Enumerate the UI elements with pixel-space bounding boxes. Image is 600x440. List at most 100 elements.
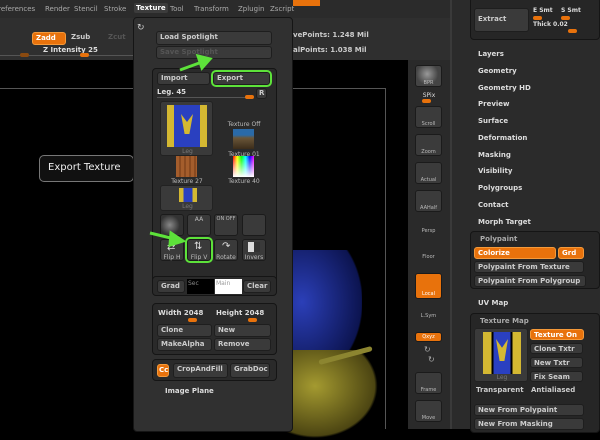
polypaint-panel: Polypaint Colorize Grd Polypaint From Te…	[470, 231, 600, 289]
zadd-button[interactable]: Zadd	[32, 32, 66, 45]
colorize-button[interactable]: Colorize	[474, 247, 556, 259]
menu-preferences[interactable]: Preferences	[0, 5, 35, 13]
size-panel: Width 2048 Height 2048 Clone New MakeAlp…	[152, 303, 277, 355]
color-row: Grad Sec Main Clear	[152, 276, 277, 296]
width-slider[interactable]: Width 2048	[158, 309, 203, 317]
grad-button[interactable]: Grad	[157, 280, 185, 293]
menu-geometry[interactable]: Geometry	[478, 67, 517, 75]
menu-texture[interactable]: Texture	[134, 3, 168, 13]
make-alpha-button[interactable]: MakeAlpha	[157, 338, 212, 351]
clone-txtr-button[interactable]: Clone Txtr	[530, 343, 583, 354]
extract-panel: Extract E Smt S Smt Thick 0.02	[470, 0, 600, 40]
texture-thumb-40[interactable]	[233, 156, 254, 177]
menu-zplugin[interactable]: Zplugin	[238, 5, 264, 13]
polypaint-from-texture-button[interactable]: Polypaint From Texture	[474, 261, 584, 273]
texture-thumb-01[interactable]	[233, 129, 254, 149]
zcut-button[interactable]: Zcut	[105, 32, 129, 43]
extract-button[interactable]: Extract	[474, 8, 529, 32]
menu-surface[interactable]: Surface	[478, 117, 508, 125]
zoom-button[interactable]: Zoom	[415, 134, 442, 156]
r-button[interactable]: R	[256, 88, 267, 99]
persp-button[interactable]: Persp	[415, 218, 442, 240]
polypaint-title[interactable]: Polypaint	[480, 235, 517, 243]
lsym-button[interactable]: L.Sym	[415, 303, 442, 325]
arrow-to-export	[179, 53, 213, 72]
total-points: alPoints: 1.038 Mil	[293, 46, 367, 54]
grab-doc-button[interactable]: GrabDoc	[230, 363, 270, 378]
antialiased-toggle[interactable]: Antialiased	[531, 386, 575, 394]
rotate-icon: ↷	[222, 241, 231, 252]
new-from-masking-button[interactable]: New From Masking	[474, 418, 584, 430]
height-slider[interactable]: Height 2048	[216, 309, 264, 317]
menu-preview[interactable]: Preview	[478, 100, 510, 108]
actual-button[interactable]: Actual	[415, 162, 442, 184]
menu-render[interactable]: Render	[45, 5, 70, 13]
menu-zscript[interactable]: Zscript	[270, 5, 294, 13]
texture-map-panel: Texture Map Leg Texture On Clone Txtr Ne…	[470, 313, 600, 433]
annotation-arrows	[149, 53, 213, 248]
s-smt-slider[interactable]: S Smt	[561, 7, 581, 14]
aahalf-button[interactable]: AAHalf	[415, 190, 442, 212]
local-button[interactable]: Local	[415, 273, 442, 299]
crop-and-fill-button[interactable]: CropAndFill	[173, 363, 228, 378]
menu-deformation[interactable]: Deformation	[478, 134, 527, 142]
menu-uv-map[interactable]: UV Map	[478, 299, 508, 307]
history-icon[interactable]: ↻	[137, 23, 145, 33]
leg-slider-handle[interactable]	[245, 95, 254, 99]
menu-transform[interactable]: Transform	[194, 5, 229, 13]
menu-tool[interactable]: Tool	[170, 5, 184, 13]
rotate-z-icon[interactable]: ↻	[428, 355, 435, 364]
e-smt-slider[interactable]: E Smt	[533, 7, 553, 14]
floor-button[interactable]: Floor	[415, 242, 442, 264]
menu-stroke[interactable]: Stroke	[104, 5, 126, 13]
main-color[interactable]: Main	[215, 279, 242, 294]
zsub-button[interactable]: Zsub	[68, 32, 98, 43]
move-button[interactable]: Move	[415, 400, 442, 422]
export-texture-callout: Export Texture	[39, 155, 134, 182]
thick-slider[interactable]: Thick 0.02	[533, 21, 568, 28]
menu-contact[interactable]: Contact	[478, 201, 509, 209]
active-points: vePoints: 1.248 Mil	[293, 31, 369, 39]
frame-button[interactable]: Frame	[415, 372, 442, 394]
texture-map-title[interactable]: Texture Map	[480, 317, 529, 325]
image-plane-item[interactable]: Image Plane	[165, 387, 214, 395]
menu-morph-target[interactable]: Morph Target	[478, 218, 531, 226]
texture-40-label: Texture 40	[228, 178, 260, 185]
transparent-toggle[interactable]: Transparent	[476, 386, 524, 394]
spix-slider[interactable]: SPix	[416, 92, 442, 99]
clone-button[interactable]: Clone	[157, 324, 212, 337]
load-spotlight-button[interactable]: Load Spotlight	[156, 31, 272, 45]
qxyz-button[interactable]: Qxyz	[415, 332, 442, 342]
gradient-dial[interactable]	[242, 214, 266, 236]
invert-icon	[248, 242, 260, 252]
z-intensity-handle[interactable]	[80, 53, 89, 57]
menu-layers[interactable]: Layers	[478, 50, 504, 58]
new-from-polypaint-button[interactable]: New From Polypaint	[474, 404, 584, 416]
new-button[interactable]: New	[214, 324, 271, 337]
export-button[interactable]: Export	[211, 70, 272, 87]
remove-button[interactable]: Remove	[214, 338, 271, 351]
fix-seam-button[interactable]: Fix Seam	[530, 371, 583, 382]
arrow-to-flip-v	[149, 230, 187, 248]
invers-button[interactable]: Invers	[242, 239, 266, 261]
menu-stencil[interactable]: Stencil	[74, 5, 98, 13]
menu-visibility[interactable]: Visibility	[478, 167, 512, 175]
rotate-y-icon[interactable]: ↻	[424, 345, 431, 354]
texture-on-button[interactable]: Texture On	[530, 329, 584, 340]
scroll-button[interactable]: Scroll	[415, 106, 442, 128]
new-txtr-button[interactable]: New Txtr	[530, 357, 583, 368]
grd-button[interactable]: Grd	[558, 247, 584, 259]
menu-geometry-hd[interactable]: Geometry HD	[478, 84, 531, 92]
secondary-color[interactable]: Sec	[187, 279, 214, 294]
menu-masking[interactable]: Masking	[478, 151, 511, 159]
texture-map-thumb[interactable]: Leg	[474, 328, 528, 382]
polypaint-from-polygroup-button[interactable]: Polypaint From Polygroup	[474, 275, 586, 287]
texture-off-label: Texture Off	[227, 121, 261, 128]
grab-panel: Cc CropAndFill GrabDoc	[152, 359, 277, 381]
slider-handle[interactable]	[20, 53, 29, 57]
bpr-button[interactable]: BPR	[415, 65, 442, 87]
cc-toggle[interactable]: Cc	[157, 364, 169, 377]
menu-polygroups[interactable]: Polygroups	[478, 184, 522, 192]
z-intensity-slider[interactable]: Z Intensity 25	[43, 46, 98, 54]
clear-button[interactable]: Clear	[243, 280, 271, 293]
